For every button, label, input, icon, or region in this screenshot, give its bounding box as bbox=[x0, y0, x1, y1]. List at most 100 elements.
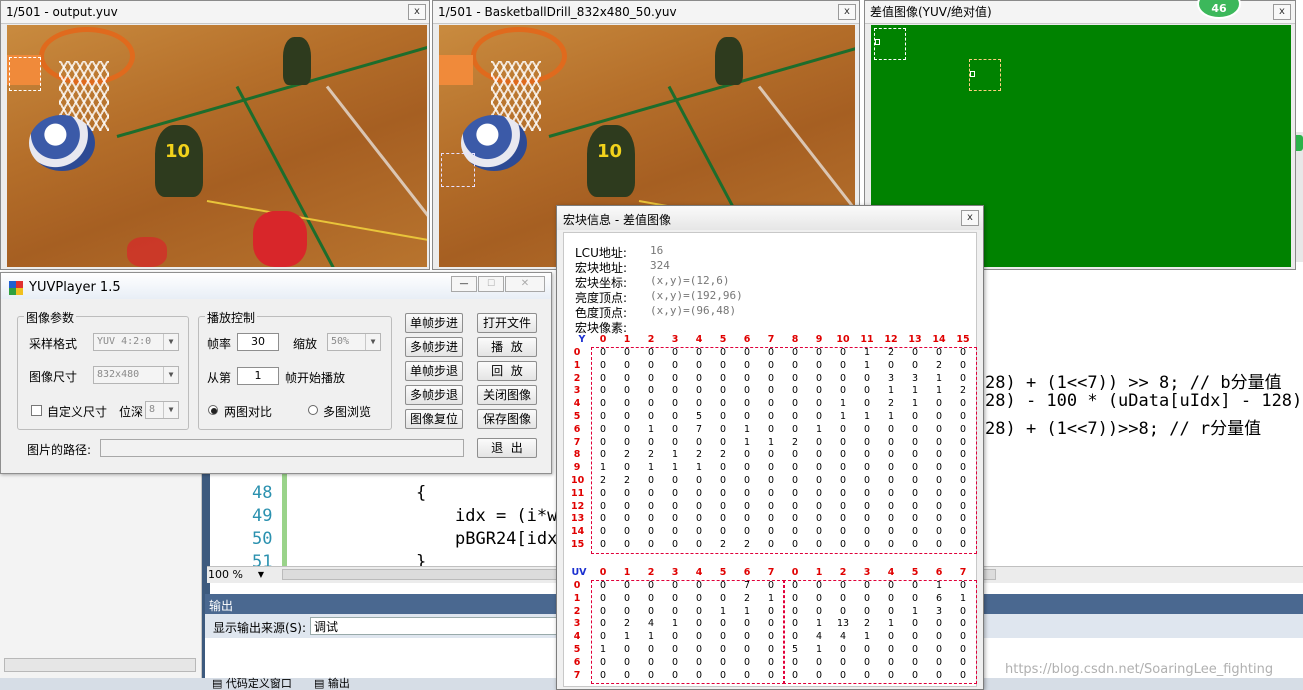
table-cell: 0 bbox=[959, 644, 967, 655]
table-cell: 0 bbox=[671, 656, 679, 668]
save-image-button[interactable]: 保存图像 bbox=[477, 409, 537, 429]
row-header: 5 bbox=[573, 411, 581, 422]
sampling-label: 采样格式 bbox=[29, 337, 78, 351]
replay-button[interactable]: 回 放 bbox=[477, 361, 537, 381]
taskbar-item-output[interactable]: ▤ 输出 bbox=[314, 678, 350, 690]
table-cell: 2 bbox=[623, 475, 631, 486]
single-step-back-button[interactable]: 单帧步退 bbox=[405, 361, 463, 381]
close-button[interactable]: x bbox=[1273, 4, 1291, 20]
table-cell: 0 bbox=[887, 526, 895, 538]
table-cell: 0 bbox=[767, 605, 775, 617]
row-header: 2 bbox=[573, 605, 581, 617]
table-cell: 0 bbox=[623, 644, 631, 655]
maximize-button[interactable]: ☐ bbox=[478, 276, 504, 292]
table-cell: 0 bbox=[839, 462, 847, 474]
table-cell: 0 bbox=[935, 656, 943, 668]
table-cell: 0 bbox=[959, 500, 967, 512]
start-frame-input[interactable]: 1 bbox=[237, 367, 279, 385]
table-cell: 0 bbox=[935, 669, 943, 681]
column-header: 6 bbox=[743, 334, 751, 345]
table-cell: 0 bbox=[623, 592, 631, 604]
table-cell: 0 bbox=[959, 462, 967, 474]
table-cell: 0 bbox=[815, 605, 823, 617]
code-line: pBGR24[idx bbox=[455, 529, 558, 549]
table-cell: 1 bbox=[815, 423, 823, 435]
table-cell: 0 bbox=[671, 580, 679, 591]
table-cell: 0 bbox=[743, 618, 751, 630]
path-input[interactable] bbox=[100, 439, 464, 457]
table-cell: 0 bbox=[767, 669, 775, 681]
table-cell: 0 bbox=[647, 580, 655, 591]
custom-size-checkbox[interactable] bbox=[31, 405, 42, 416]
table-cell: 0 bbox=[599, 526, 607, 538]
table-cell: 0 bbox=[959, 372, 967, 384]
column-header: 12 bbox=[884, 334, 898, 345]
table-cell: 0 bbox=[959, 359, 967, 371]
column-header: 8 bbox=[791, 334, 799, 345]
exit-button[interactable]: 退 出 bbox=[477, 438, 537, 458]
macroblock-dialog[interactable]: 宏块信息 - 差值图像 x LCU地址: 16 宏块地址: 324 宏块坐标: (x,y)… bbox=[556, 205, 984, 690]
radio-compare[interactable] bbox=[208, 405, 218, 415]
watermark: https://blog.csdn.net/SoaringLee_fightin… bbox=[1005, 662, 1274, 677]
radio-multi[interactable] bbox=[308, 405, 318, 415]
yuvplayer-window[interactable]: YUVPlayer 1.5 — ☐ ✕ 图像参数 采样格式 YUV 4:2:0 ▼… bbox=[0, 272, 552, 474]
table-cell: 0 bbox=[743, 347, 751, 358]
multi-step-back-button[interactable]: 多帧步退 bbox=[405, 385, 463, 405]
zoom-select[interactable]: 50% ▼ bbox=[327, 333, 381, 351]
table-cell: 0 bbox=[815, 347, 823, 358]
close-button[interactable]: ✕ bbox=[505, 276, 545, 292]
video-frame[interactable]: 10 bbox=[7, 25, 427, 267]
zoom-combo[interactable]: 100 % ▼ bbox=[208, 567, 266, 582]
info-value: 324 bbox=[650, 259, 670, 272]
table-cell: 0 bbox=[863, 605, 871, 617]
table-cell: 0 bbox=[911, 618, 919, 630]
table-cell: 1 bbox=[839, 411, 847, 422]
table-cell: 0 bbox=[911, 475, 919, 486]
table-cell: 0 bbox=[911, 347, 919, 358]
open-file-button[interactable]: 打开文件 bbox=[477, 313, 537, 333]
table-cell: 0 bbox=[599, 385, 607, 397]
table-cell: 0 bbox=[959, 631, 967, 643]
fps-input[interactable]: 30 bbox=[237, 333, 279, 351]
table-cell: 0 bbox=[623, 580, 631, 591]
table-cell: 1 bbox=[863, 631, 871, 643]
single-step-forward-button[interactable]: 单帧步进 bbox=[405, 313, 463, 333]
output-source-select[interactable]: 调试 bbox=[310, 617, 560, 635]
frame-window-output[interactable]: 1/501 - output.yuv x 10 bbox=[0, 0, 430, 270]
taskbar-item-code-def[interactable]: ▤ 代码定义窗口 bbox=[212, 678, 292, 690]
close-button[interactable]: x bbox=[838, 4, 856, 20]
table-cell: 0 bbox=[959, 423, 967, 435]
play-button[interactable]: 播 放 bbox=[477, 337, 537, 357]
table-cell: 0 bbox=[815, 580, 823, 591]
bitdepth-select[interactable]: 8 ▼ bbox=[145, 401, 179, 419]
close-image-button[interactable]: 关闭图像 bbox=[477, 385, 537, 405]
line-number: 48 bbox=[252, 483, 273, 503]
table-cell: 0 bbox=[887, 631, 895, 643]
row-header: 1 bbox=[573, 592, 581, 604]
size-select[interactable]: 832x480 ▼ bbox=[93, 366, 179, 384]
table-cell: 1 bbox=[815, 644, 823, 655]
table-cell: 2 bbox=[887, 398, 895, 410]
row-header: 3 bbox=[573, 618, 581, 630]
table-cell: 0 bbox=[719, 656, 727, 668]
table-cell: 0 bbox=[959, 605, 967, 617]
sampling-select[interactable]: YUV 4:2:0 ▼ bbox=[93, 333, 179, 351]
table-cell: 0 bbox=[647, 500, 655, 512]
close-button[interactable]: x bbox=[961, 210, 979, 226]
table-cell: 0 bbox=[671, 526, 679, 538]
table-cell: 0 bbox=[623, 605, 631, 617]
table-cell: 0 bbox=[695, 398, 703, 410]
image-reset-button[interactable]: 图像复位 bbox=[405, 409, 463, 429]
column-header: 4 bbox=[887, 567, 895, 578]
column-header: 1 bbox=[623, 334, 631, 345]
column-header: 11 bbox=[860, 334, 874, 345]
table-cell: 0 bbox=[719, 644, 727, 655]
table-cell: 1 bbox=[863, 411, 871, 422]
multi-step-forward-button[interactable]: 多帧步进 bbox=[405, 337, 463, 357]
close-button[interactable]: x bbox=[408, 4, 426, 20]
vs-left-scrollbar[interactable] bbox=[4, 658, 196, 672]
minimize-button[interactable]: — bbox=[451, 276, 477, 292]
table-cell: 0 bbox=[959, 669, 967, 681]
table-cell: 0 bbox=[911, 656, 919, 668]
chevron-down-icon: ▼ bbox=[163, 334, 178, 350]
